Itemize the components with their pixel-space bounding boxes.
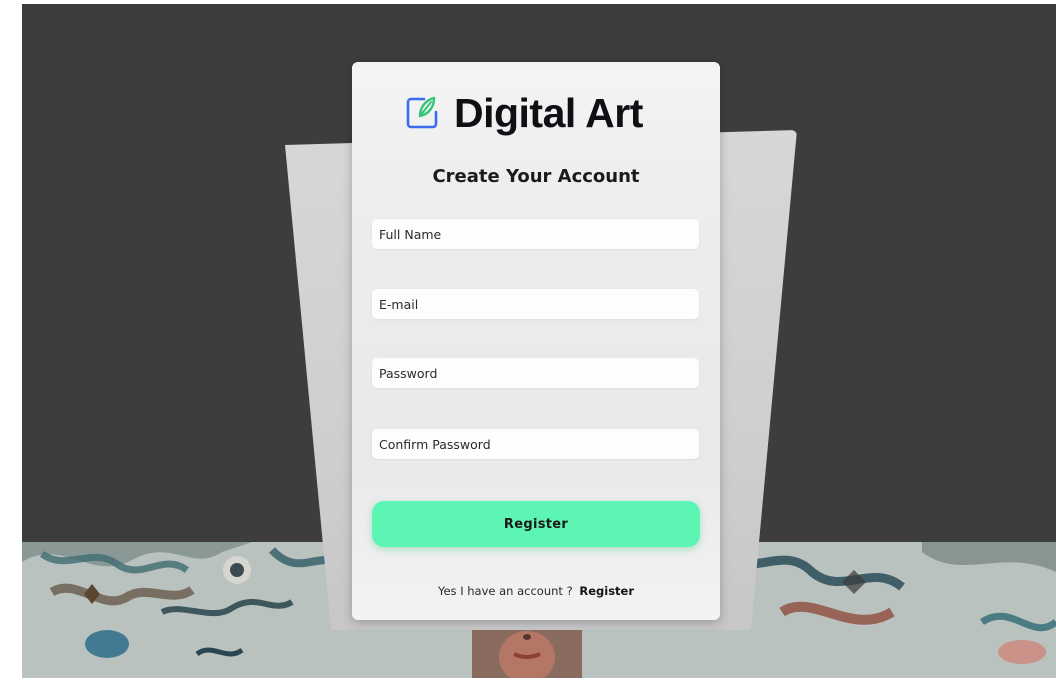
password-input[interactable] <box>372 358 699 388</box>
login-prompt-text-end: an account ? <box>499 584 573 598</box>
brand-name: Digital Art <box>454 89 643 136</box>
register-card: Digital Art Create Your Account Register… <box>352 62 720 620</box>
form-title: Create Your Account <box>432 166 640 187</box>
page-viewport: Digital Art Create Your Account Register… <box>22 4 1056 678</box>
edit-pen-icon <box>406 96 438 129</box>
login-prompt: Yes I have an account ? Register <box>352 584 720 598</box>
login-prompt-text-start: Yes I have <box>437 584 496 598</box>
email-input[interactable] <box>372 289 699 319</box>
brand-logo: Digital Art <box>404 90 643 136</box>
full-name-input[interactable] <box>372 219 699 249</box>
register-button[interactable]: Register <box>372 501 700 547</box>
confirm-password-input[interactable] <box>372 429 699 459</box>
register-link[interactable]: Register <box>579 584 634 598</box>
